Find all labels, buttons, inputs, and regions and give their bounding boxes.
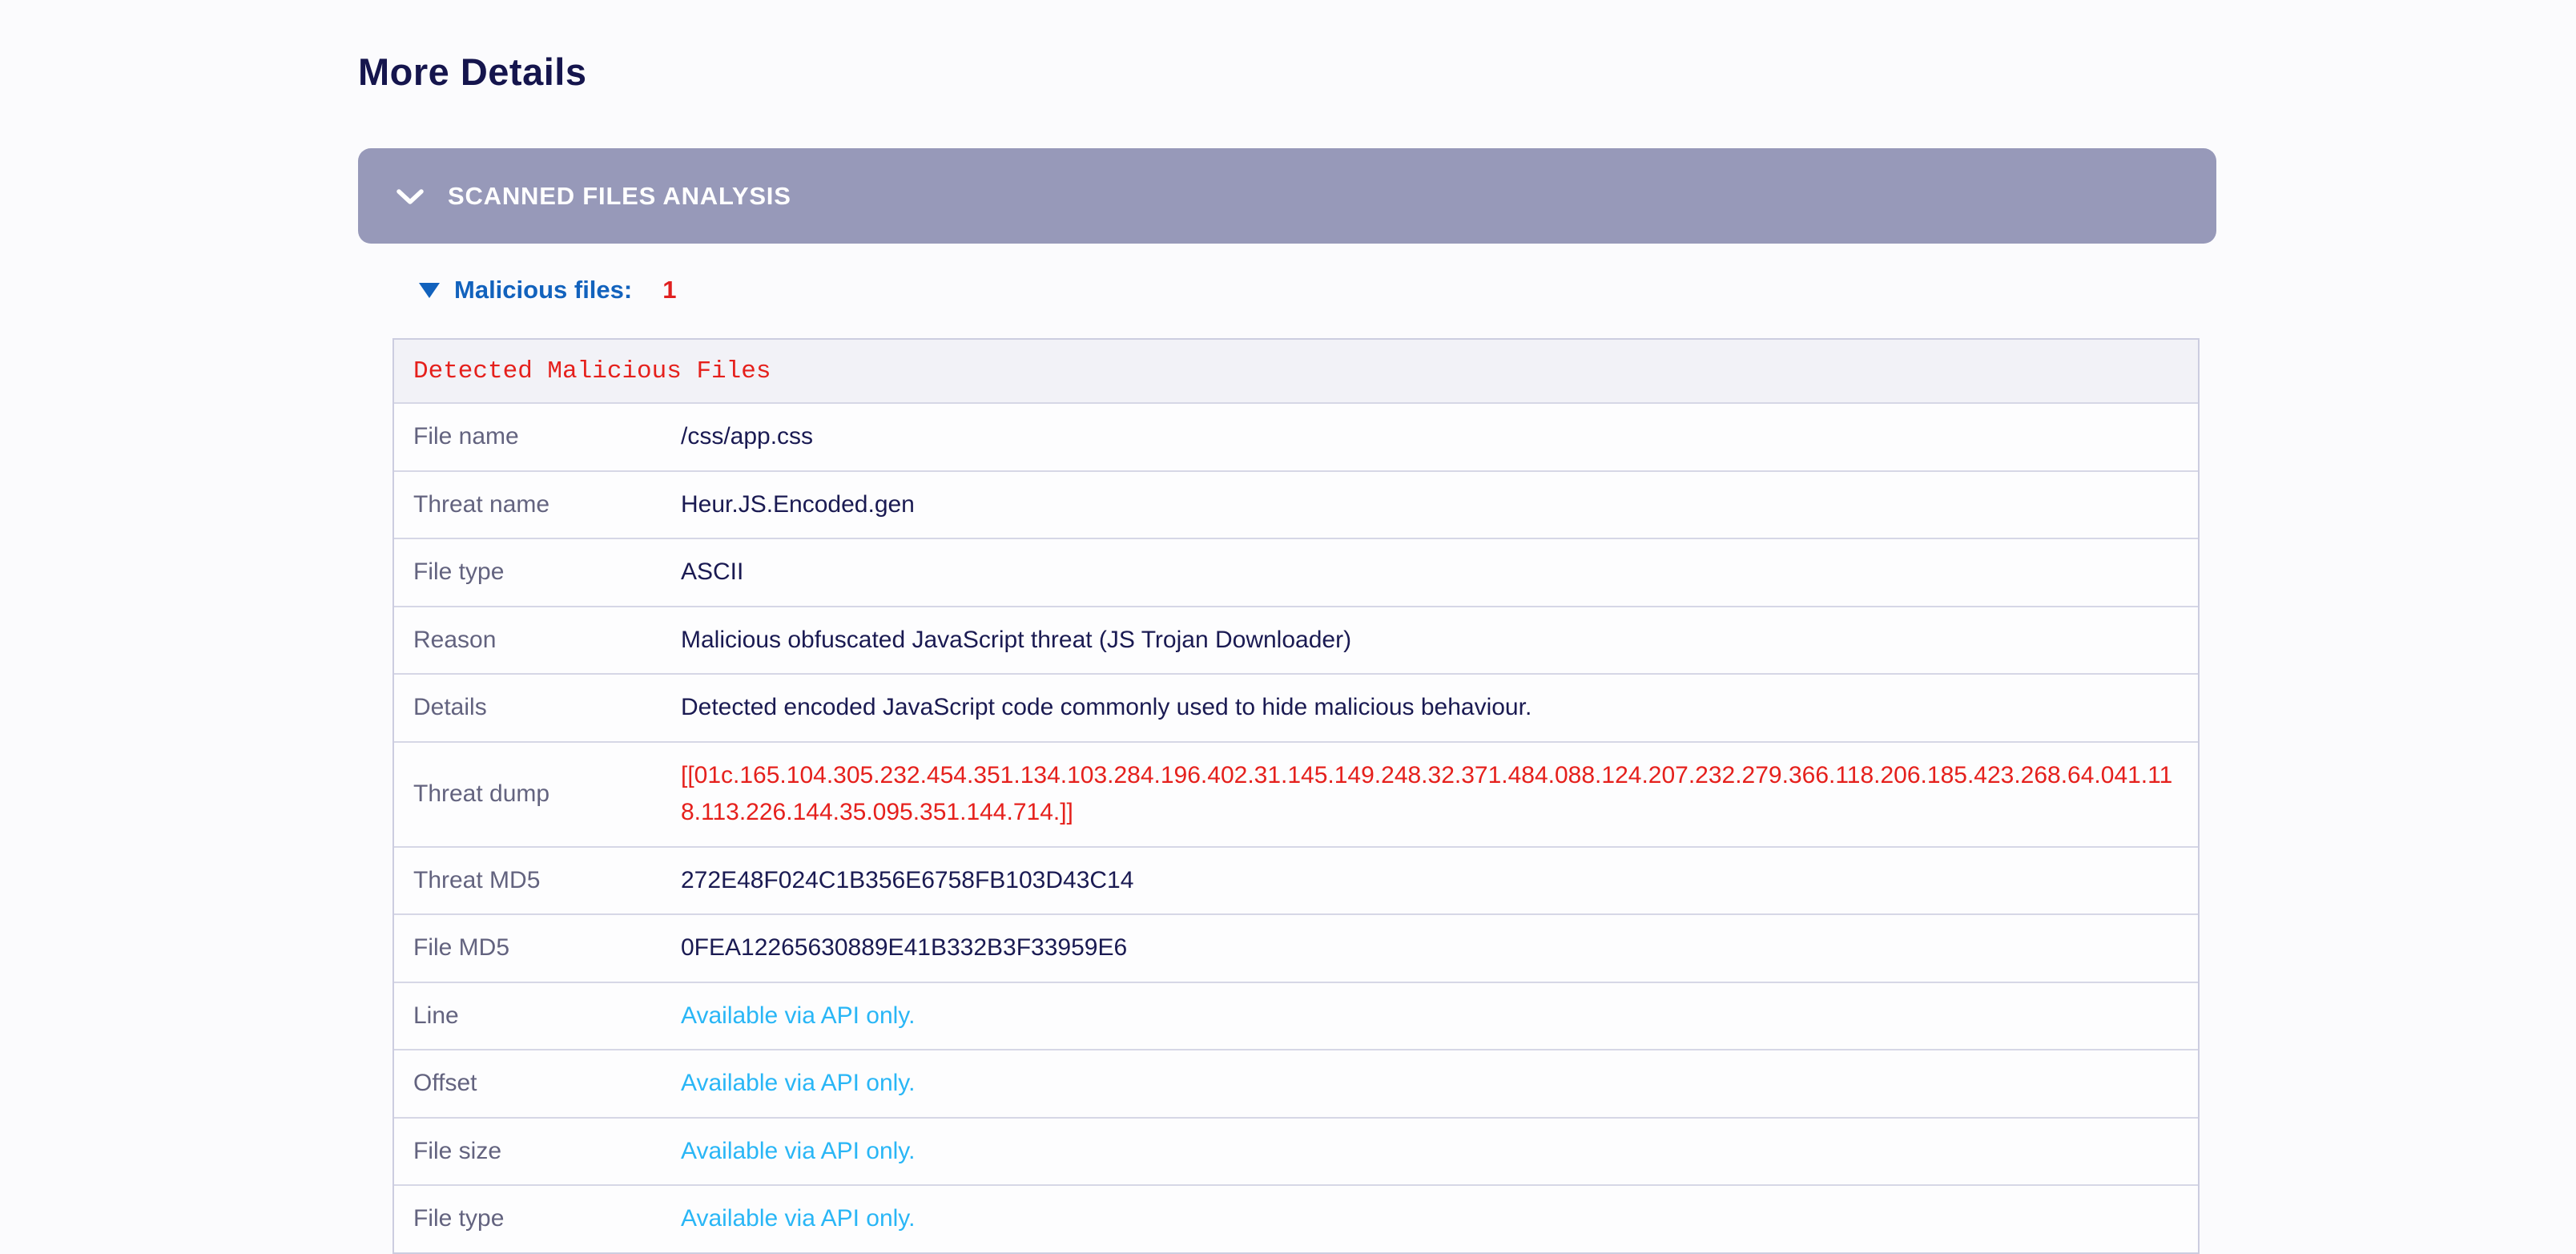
table-header: Detected Malicious Files xyxy=(394,340,2198,404)
row-value: Available via API only. xyxy=(681,1186,2198,1252)
row-label: Threat dump xyxy=(394,780,681,808)
row-label: File size xyxy=(394,1138,681,1165)
row-value: [[01c.165.104.305.232.454.351.134.103.28… xyxy=(681,743,2198,846)
scanned-files-analysis-header[interactable]: SCANNED FILES ANALYSIS xyxy=(358,148,2216,244)
row-label: File type xyxy=(394,1205,681,1232)
row-value: Malicious obfuscated JavaScript threat (… xyxy=(681,607,2198,674)
row-value: Available via API only. xyxy=(681,1050,2198,1117)
row-label: File MD5 xyxy=(394,934,681,962)
row-label: Threat MD5 xyxy=(394,867,681,894)
table-row: Threat MD5272E48F024C1B356E6758FB103D43C… xyxy=(394,848,2198,916)
row-value: ASCII xyxy=(681,539,2198,606)
table-row: DetailsDetected encoded JavaScript code … xyxy=(394,675,2198,743)
malicious-files-label: Malicious files: xyxy=(454,276,632,304)
row-value: /css/app.css xyxy=(681,404,2198,470)
chevron-down-icon xyxy=(395,186,425,207)
detected-malicious-files-table: Detected Malicious Files File name/css/a… xyxy=(392,338,2200,1254)
row-label: Offset xyxy=(394,1070,681,1097)
triangle-down-icon xyxy=(419,283,440,298)
table-row: File typeASCII xyxy=(394,539,2198,607)
row-label: Details xyxy=(394,694,681,721)
row-value: Available via API only. xyxy=(681,983,2198,1050)
row-value: 0FEA12265630889E41B332B3F33959E6 xyxy=(681,915,2198,982)
table-row: Threat nameHeur.JS.Encoded.gen xyxy=(394,472,2198,540)
row-value: Available via API only. xyxy=(681,1119,2198,1185)
row-label: Reason xyxy=(394,627,681,654)
row-label: Line xyxy=(394,1002,681,1030)
malicious-files-toggle[interactable]: Malicious files: 1 xyxy=(419,276,2216,304)
table-row: File name/css/app.css xyxy=(394,404,2198,472)
row-label: File name xyxy=(394,423,681,450)
row-label: Threat name xyxy=(394,491,681,518)
malicious-files-table-body: File name/css/app.cssThreat nameHeur.JS.… xyxy=(394,404,2198,1252)
table-row: File MD50FEA12265630889E41B332B3F33959E6 xyxy=(394,915,2198,983)
row-value: Heur.JS.Encoded.gen xyxy=(681,472,2198,538)
table-row: File typeAvailable via API only. xyxy=(394,1186,2198,1252)
table-row: File sizeAvailable via API only. xyxy=(394,1119,2198,1187)
table-row: OffsetAvailable via API only. xyxy=(394,1050,2198,1119)
page-title: More Details xyxy=(358,50,2216,94)
row-value: Detected encoded JavaScript code commonl… xyxy=(681,675,2198,741)
table-row: LineAvailable via API only. xyxy=(394,983,2198,1051)
malicious-files-count: 1 xyxy=(662,276,676,304)
table-row: Threat dump[[01c.165.104.305.232.454.351… xyxy=(394,743,2198,848)
row-label: File type xyxy=(394,558,681,586)
section-header-label: SCANNED FILES ANALYSIS xyxy=(448,182,791,211)
table-row: ReasonMalicious obfuscated JavaScript th… xyxy=(394,607,2198,675)
row-value: 272E48F024C1B356E6758FB103D43C14 xyxy=(681,848,2198,914)
more-details-panel: More Details SCANNED FILES ANALYSIS Mali… xyxy=(358,0,2216,1254)
